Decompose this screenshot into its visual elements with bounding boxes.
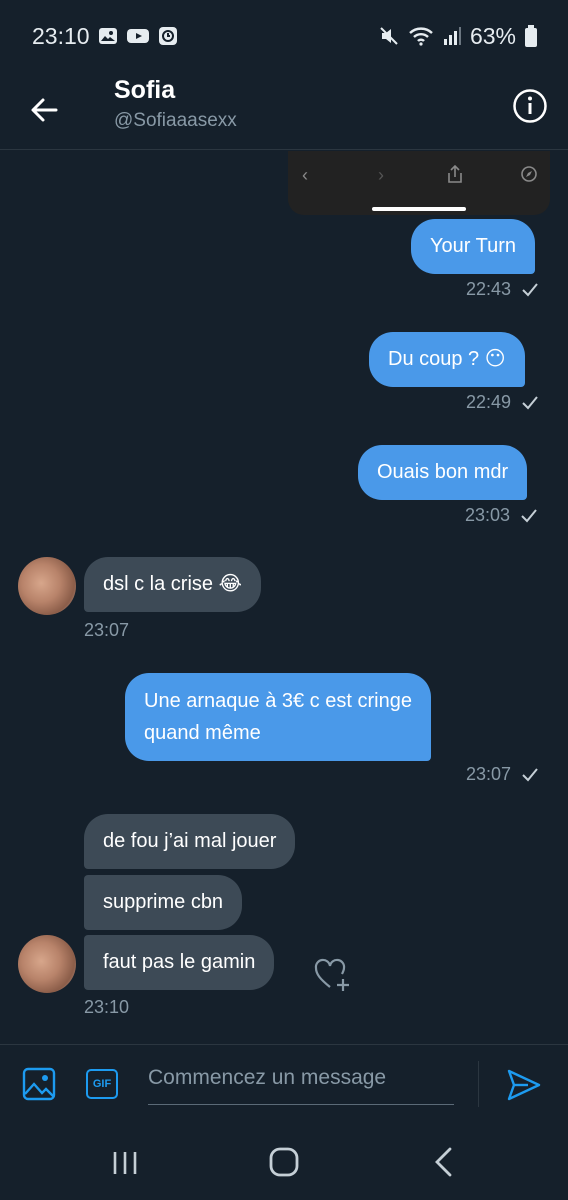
composer-divider [478,1061,479,1107]
add-reaction-heart-icon[interactable] [314,957,352,993]
message-list[interactable]: ‹ › Your Turn 22:43 Du coup ? 😶 22:49 Ou… [0,151,568,1044]
battery-icon [525,25,537,47]
message-text: de fou j’ai mal jouer [103,830,277,852]
message-bubble[interactable]: faut pas le gamin [84,935,275,990]
shared-screenshot-attachment[interactable]: ‹ › [288,151,550,215]
message-time: 22:49 [466,392,539,413]
mute-icon [380,27,398,45]
sent-check-icon [522,395,538,409]
wifi-icon [409,27,433,46]
message-timestamp: 22:49 [466,392,512,412]
back-arrow-icon[interactable] [26,92,62,128]
message-text: Your Turn [430,235,516,257]
recent-apps-icon[interactable] [110,1148,140,1178]
message-bubble[interactable]: supprime cbn [84,875,243,930]
message-bubble[interactable]: Une arnaque à 3€ c est cringe quand même [125,673,431,761]
send-icon[interactable] [506,1067,542,1103]
sent-check-icon [521,508,537,522]
image-icon[interactable] [22,1067,56,1101]
message-time: 23:07 [466,764,539,785]
sent-check-icon [522,767,538,781]
sent-check-icon [522,282,538,296]
image-icon [98,28,117,44]
message-timestamp: 23:07 [466,764,512,784]
message-text: dsl c la crise 😂 [103,573,242,595]
signal-icon [443,27,461,45]
message-composer: GIF Commencez un message [0,1044,568,1122]
home-icon[interactable] [268,1146,300,1178]
message-timestamp: 23:03 [465,505,511,525]
clock-icon [158,27,177,45]
message-time: 23:03 [465,505,538,526]
battery-percent: 63% [469,22,516,49]
message-bubble[interactable]: dsl c la crise 😂 [84,557,261,612]
avatar[interactable] [18,557,76,615]
message-timestamp: 23:10 [84,997,130,1017]
message-bubble[interactable]: Your Turn [411,219,535,274]
share-icon [448,165,462,183]
gif-label: GIF [92,1078,112,1090]
gif-button[interactable]: GIF [86,1069,118,1099]
message-input[interactable]: Commencez un message [148,1063,454,1105]
message-text: Ouais bon mdr [377,461,509,483]
message-bubble[interactable]: Du coup ? 😶 [369,332,525,387]
system-nav-bar [0,1122,568,1200]
message-timestamp: 23:07 [84,620,130,640]
avatar[interactable] [18,935,76,993]
status-time: 23:10 [32,22,90,49]
contact-handle[interactable]: @Sofiaaasexx [114,110,237,132]
status-right: 63% [378,23,538,50]
conversation-header: Sofia @Sofiaaasexx [0,72,568,150]
message-text: faut pas le gamin [103,951,256,973]
message-time: 22:43 [466,279,539,300]
chevron-left-icon: ‹ [302,165,308,185]
status-left: 23:10 [32,23,178,50]
chevron-right-icon: › [378,165,384,185]
compass-icon [521,166,537,182]
message-text: supprime cbn [103,891,224,913]
back-icon[interactable] [430,1146,456,1178]
message-bubble[interactable]: Ouais bon mdr [358,445,528,500]
message-time: 23:07 [84,620,129,641]
message-bubble[interactable]: de fou j’ai mal jouer [84,814,296,869]
home-indicator [372,207,466,211]
status-bar: 23:10 63% [0,0,568,72]
message-time: 23:10 [84,997,129,1018]
info-icon[interactable] [512,88,548,124]
message-timestamp: 22:43 [466,279,512,299]
contact-name[interactable]: Sofia [114,76,175,105]
message-input-placeholder: Commencez un message [148,1066,387,1089]
youtube-icon [126,29,149,43]
message-text-line: quand même [144,722,261,744]
message-text: Du coup ? 😶 [388,348,506,370]
message-text-line: Une arnaque à 3€ c est cringe [144,690,412,712]
